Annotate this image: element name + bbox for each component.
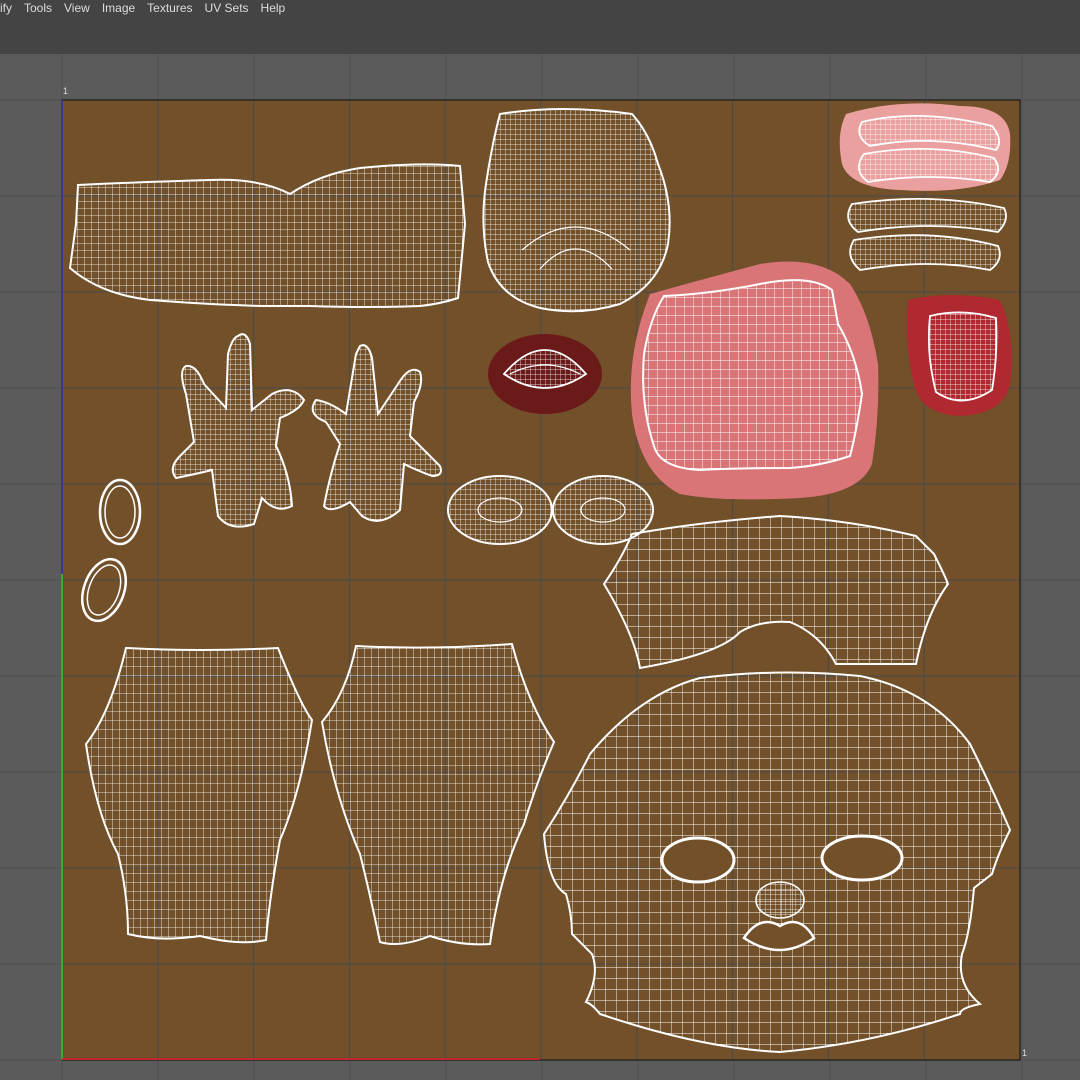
tile-corner-label-bottom: 1 (1022, 1048, 1028, 1058)
uv-canvas[interactable] (0, 54, 1080, 1080)
menu-view[interactable]: View (58, 1, 96, 15)
uv-shell-eye-left[interactable] (447, 475, 553, 545)
menu-image[interactable]: Image (96, 1, 141, 15)
uv-shell-torso-band[interactable] (68, 163, 467, 308)
menu-uv-sets[interactable]: UV Sets (199, 1, 255, 15)
uv-shell-mouth-cavity[interactable] (906, 295, 1012, 416)
toolbar (0, 16, 1080, 55)
uv-shell-face[interactable] (542, 671, 1012, 1054)
menu-bar: ify Tools View Image Textures UV Sets He… (0, 0, 1080, 16)
menu-modify[interactable]: ify (0, 1, 18, 15)
menu-tools[interactable]: Tools (18, 1, 58, 15)
uv-shell-tongue[interactable] (630, 261, 879, 500)
uv-shell-head-back[interactable] (482, 108, 671, 313)
uv-shell-teeth-upper[interactable] (839, 103, 1011, 191)
menu-help[interactable]: Help (255, 1, 292, 15)
tile-corner-label-top: 1 (63, 86, 69, 96)
menu-textures[interactable]: Textures (141, 1, 198, 15)
uv-viewport[interactable]: 1 1 (0, 54, 1080, 1080)
uv-shell-mouth-interior[interactable] (488, 334, 602, 414)
